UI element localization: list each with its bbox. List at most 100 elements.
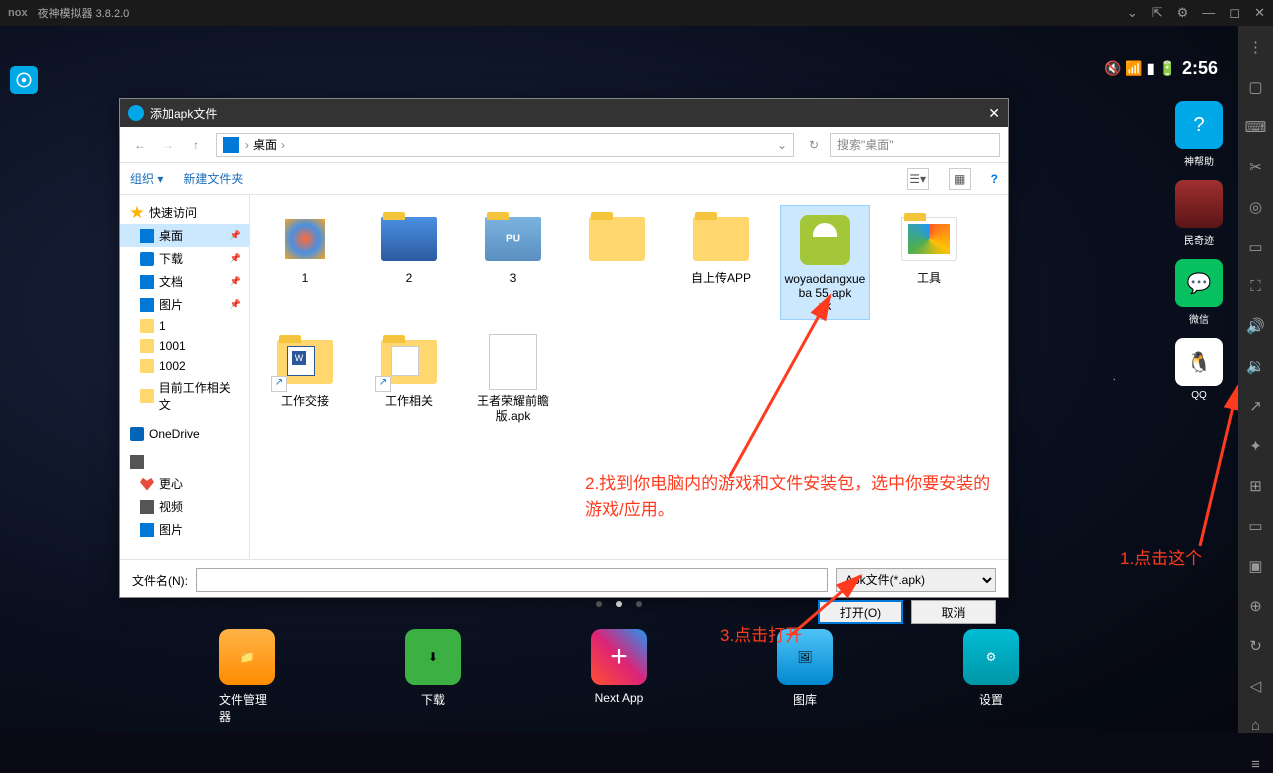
dialog-icon bbox=[128, 105, 144, 121]
dialog-titlebar: 添加apk文件 ✕ bbox=[120, 99, 1008, 127]
sidebar-folder-1002[interactable]: 1002 bbox=[120, 356, 249, 376]
sidebar-pictures2[interactable]: 图片 bbox=[120, 518, 249, 541]
view-grid-icon[interactable]: ▦ bbox=[949, 168, 971, 190]
app-helper[interactable]: ? 神帮助 bbox=[1175, 101, 1223, 168]
dropdown-icon[interactable]: ⌄ bbox=[1127, 5, 1138, 21]
file-apk-selected[interactable]: woyaodangxueba 55.apk pk bbox=[780, 205, 870, 320]
help-icon[interactable]: ? bbox=[991, 172, 998, 186]
dock-next-app[interactable]: + Next App bbox=[591, 629, 647, 725]
android-status-bar: 🔇 📶 ▮ 🔋 2:56 bbox=[1104, 58, 1218, 79]
tool-share-icon[interactable]: ↗ bbox=[1246, 397, 1266, 415]
file-apk-wangzhe[interactable]: 王者荣耀前瞻版.apk bbox=[468, 328, 558, 429]
sidebar-desktop[interactable]: 桌面📌 bbox=[120, 224, 249, 247]
mute-icon: 🔇 bbox=[1104, 60, 1121, 77]
breadcrumb-text: 桌面 bbox=[253, 136, 277, 153]
app-logo: nox bbox=[8, 7, 28, 19]
tool-home-icon[interactable]: ⌂ bbox=[1246, 717, 1266, 734]
dock-settings[interactable]: ⚙ 设置 bbox=[963, 629, 1019, 725]
dock-label: Next App bbox=[595, 691, 644, 705]
breadcrumb-sep: › bbox=[281, 138, 285, 152]
nav-back-icon[interactable]: ← bbox=[128, 133, 152, 157]
app-qq[interactable]: 🐧 QQ bbox=[1175, 338, 1223, 401]
app-miracle[interactable]: 民奇迹 bbox=[1175, 180, 1223, 247]
tool-folder-icon[interactable]: ▭ bbox=[1246, 238, 1266, 256]
tool-multi-icon[interactable]: ▣ bbox=[1246, 557, 1266, 575]
file-folder-tools[interactable]: 工具 bbox=[884, 205, 974, 320]
close-icon[interactable]: ✕ bbox=[1254, 5, 1265, 21]
tool-keyboard-icon[interactable]: ⌨ bbox=[1246, 118, 1266, 136]
tool-volume-down-icon[interactable]: 🔉 bbox=[1246, 357, 1266, 375]
nav-up-icon[interactable]: ↑ bbox=[184, 133, 208, 157]
dock: 📁 文件管理器 ⬇ 下载 + Next App 🖼 图库 ⚙ 设置 bbox=[219, 629, 1019, 725]
dialog-sidebar: 快速访问 桌面📌 下载📌 文档📌 图片📌 1 1001 1002 目前工作相关文… bbox=[120, 195, 250, 559]
tool-rotate-icon[interactable]: ↻ bbox=[1246, 637, 1266, 655]
tool-back-icon[interactable]: ◁ bbox=[1246, 677, 1266, 695]
tool-apk-icon[interactable]: ⊕ bbox=[1246, 597, 1266, 615]
sidebar-quick-access[interactable]: 快速访问 bbox=[120, 201, 249, 224]
app-label: 神帮助 bbox=[1184, 153, 1214, 168]
dock-label: 文件管理器 bbox=[219, 691, 275, 725]
tool-recent-icon[interactable]: ≡ bbox=[1246, 756, 1266, 773]
sidebar-downloads[interactable]: 下载📌 bbox=[120, 247, 249, 270]
annotation-1: 1.点击这个 bbox=[1120, 544, 1202, 569]
sidebar-video[interactable]: 视频 bbox=[120, 495, 249, 518]
open-button[interactable]: 打开(O) bbox=[818, 600, 903, 624]
file-folder-3[interactable]: PU 3 bbox=[468, 205, 558, 320]
maximize-icon[interactable]: ◻ bbox=[1229, 5, 1240, 21]
tool-device-icon[interactable]: ▢ bbox=[1246, 78, 1266, 96]
sidebar-folder-work[interactable]: 目前工作相关文 bbox=[120, 376, 249, 416]
status-time: 2:56 bbox=[1182, 58, 1218, 79]
sidebar-gx[interactable]: 更心 bbox=[120, 472, 249, 495]
breadcrumb[interactable]: › 桌面 › ⌄ bbox=[216, 133, 794, 157]
app-label: QQ bbox=[1191, 390, 1207, 401]
app-wechat[interactable]: 💬 微信 bbox=[1175, 259, 1223, 326]
emulator-screen: 🔇 📶 ▮ 🔋 2:56 ? 神帮助 民奇迹 💬 微信 🐧 QQ bbox=[0, 26, 1238, 733]
file-folder-2[interactable]: 2 bbox=[364, 205, 454, 320]
file-folder-work-related[interactable]: ↗ 工作相关 bbox=[364, 328, 454, 429]
wifi-icon: 📶 bbox=[1125, 60, 1142, 77]
titlebar: nox 夜神模拟器 3.8.2.0 ⌄ ⇱ ⚙ — ◻ ✕ bbox=[0, 0, 1273, 26]
search-input[interactable]: 搜索"桌面" bbox=[830, 133, 1000, 157]
sidebar-onedrive[interactable]: OneDrive bbox=[120, 424, 249, 444]
tool-screenshot-icon[interactable]: ⊞ bbox=[1246, 477, 1266, 495]
new-folder-button[interactable]: 新建文件夹 bbox=[183, 170, 243, 187]
tool-fullscreen-icon[interactable]: ⛶ bbox=[1246, 278, 1266, 295]
nav-forward-icon[interactable]: → bbox=[156, 133, 180, 157]
pin-icon[interactable]: ⇱ bbox=[1152, 5, 1163, 21]
sidebar-documents[interactable]: 文档📌 bbox=[120, 270, 249, 293]
window-title: 夜神模拟器 3.8.2.0 bbox=[38, 5, 1127, 21]
file-folder-1[interactable]: 1 bbox=[260, 205, 350, 320]
dock-label: 图库 bbox=[793, 691, 817, 708]
dock-gallery[interactable]: 🖼 图库 bbox=[777, 629, 833, 725]
nox-badge-icon bbox=[10, 66, 38, 94]
refresh-icon[interactable]: ↻ bbox=[802, 133, 826, 157]
file-folder-4[interactable] bbox=[572, 205, 662, 320]
sidebar-pictures[interactable]: 图片📌 bbox=[120, 293, 249, 316]
cancel-button[interactable]: 取消 bbox=[911, 600, 996, 624]
tool-shake-icon[interactable]: ✦ bbox=[1246, 437, 1266, 455]
file-folder-upload-app[interactable]: 自上传APP bbox=[676, 205, 766, 320]
battery-icon: 🔋 bbox=[1159, 60, 1176, 77]
view-list-icon[interactable]: ☰▾ bbox=[907, 168, 929, 190]
dialog-close-icon[interactable]: ✕ bbox=[988, 105, 1000, 122]
organize-menu[interactable]: 组织 ▾ bbox=[130, 170, 163, 187]
tool-scissors-icon[interactable]: ✂ bbox=[1246, 158, 1266, 176]
signal-icon: ▮ bbox=[1147, 60, 1155, 77]
tool-location-icon[interactable]: ◎ bbox=[1246, 198, 1266, 216]
dock-file-manager[interactable]: 📁 文件管理器 bbox=[219, 629, 275, 725]
sidebar-folder-1001[interactable]: 1001 bbox=[120, 336, 249, 356]
tool-more-icon[interactable]: ⋮ bbox=[1246, 38, 1266, 56]
dock-download[interactable]: ⬇ 下载 bbox=[405, 629, 461, 725]
tool-record-icon[interactable]: ▭ bbox=[1246, 517, 1266, 535]
sidebar-folder-1[interactable]: 1 bbox=[120, 316, 249, 336]
search-placeholder: 搜索"桌面" bbox=[837, 136, 894, 153]
file-folder-handover[interactable]: W↗ 工作交接 bbox=[260, 328, 350, 429]
filetype-select[interactable]: Apk文件(*.apk) bbox=[836, 568, 996, 592]
sidebar-thispc[interactable] bbox=[120, 452, 249, 472]
gear-icon[interactable]: ⚙ bbox=[1177, 5, 1189, 21]
tool-volume-up-icon[interactable]: 🔊 bbox=[1246, 317, 1266, 335]
minimize-icon[interactable]: — bbox=[1202, 5, 1215, 21]
breadcrumb-dropdown-icon[interactable]: ⌄ bbox=[777, 138, 787, 152]
filename-input[interactable] bbox=[196, 568, 828, 592]
app-label: 微信 bbox=[1189, 311, 1209, 326]
